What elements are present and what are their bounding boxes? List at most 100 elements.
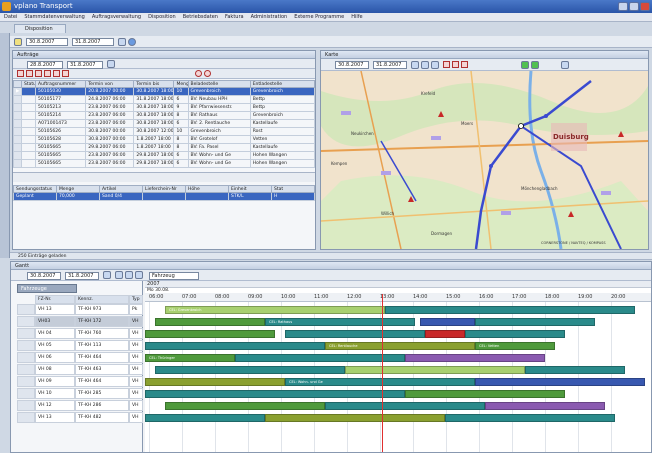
minimize-icon[interactable] <box>618 2 628 11</box>
gantt-bar[interactable]: CEL: Rentlauche <box>325 342 475 350</box>
menu-betriebsdaten[interactable]: Betriebsdaten <box>183 14 218 20</box>
settings-icon[interactable] <box>135 271 143 279</box>
calendar-icon[interactable] <box>103 271 111 279</box>
gantt-bar[interactable] <box>525 366 625 374</box>
orders-row[interactable]: ▶ 50105030 20.8.2007 00:00 30.8.2007 18:00 1… <box>12 87 316 96</box>
col-entladestelle[interactable]: Entladestelle <box>249 80 316 88</box>
col-sendungsstatus[interactable]: Sendungsstatus <box>13 185 57 193</box>
gantt-bar[interactable] <box>235 354 405 362</box>
close-icon[interactable] <box>640 2 650 11</box>
row-indicator[interactable] <box>17 340 35 351</box>
orders-row[interactable]: 50105626 30.8.2007 00:00 30.8.2007 12:00 10… <box>12 127 316 136</box>
gantt-timeline[interactable]: 2007 Mo 30.08. 06:00 07:00 08:00 09:00 10:00… <box>145 281 651 452</box>
gantt-bar[interactable] <box>165 402 325 410</box>
gantt-bar[interactable] <box>145 330 275 338</box>
row-indicator[interactable] <box>12 119 23 128</box>
new-order-icon[interactable] <box>17 70 24 77</box>
col-artikel[interactable]: Artikel <box>99 185 143 193</box>
row-indicator[interactable] <box>17 412 35 423</box>
gantt-bar[interactable]: CEL: Thüringer <box>145 354 235 362</box>
row-indicator[interactable] <box>12 103 23 112</box>
row-indicator[interactable] <box>17 364 35 375</box>
menu-disposition[interactable]: Disposition <box>148 14 176 20</box>
gantt-date-to[interactable]: 31.8.2007 <box>65 272 99 280</box>
col-typ[interactable]: Typ <box>129 295 143 304</box>
route-icon[interactable] <box>443 61 450 68</box>
copy-order-icon[interactable] <box>35 70 42 77</box>
orders-row[interactable]: 50105665 23.8.2007 06:00 29.8.2007 18:00 6 B… <box>12 151 316 160</box>
col-beladestelle[interactable]: Beladestelle <box>187 80 251 88</box>
gantt-bar[interactable] <box>385 306 635 314</box>
gantt-bar[interactable] <box>475 318 595 326</box>
split-order-icon[interactable] <box>62 70 69 77</box>
orders-row[interactable]: 50105628 30.8.2007 00:00 1.8.2007 18:00 8 BV… <box>12 135 316 144</box>
row-indicator[interactable] <box>17 388 35 399</box>
gantt-date-from[interactable]: 30.8.2007 <box>27 272 61 280</box>
row-indicator[interactable] <box>12 151 23 160</box>
refresh-icon[interactable] <box>128 38 136 46</box>
side-dock-strip[interactable] <box>0 33 10 258</box>
maximize-icon[interactable] <box>629 2 639 11</box>
col-einheit[interactable]: Einheit <box>228 185 272 193</box>
col-auftragsnummer[interactable]: Auftragsnummer <box>35 80 87 88</box>
gantt-bar[interactable] <box>465 330 565 338</box>
map-canvas[interactable] <box>321 71 648 249</box>
row-indicator[interactable] <box>17 352 35 363</box>
gantt-bar[interactable] <box>485 402 605 410</box>
col-stat[interactable]: Stat <box>271 185 315 193</box>
row-indicator[interactable]: ▶ <box>12 87 23 96</box>
col-hoehe[interactable]: Höhe <box>185 185 229 193</box>
row-indicator[interactable] <box>12 95 23 104</box>
zoom-out-icon[interactable] <box>125 271 133 279</box>
stop-icon[interactable] <box>204 70 211 77</box>
row-indicator[interactable] <box>12 143 23 152</box>
row-indicator[interactable] <box>12 127 23 136</box>
col-status[interactable]: Status <box>21 80 37 88</box>
gantt-bar[interactable]: CEL: Rathaus <box>265 318 415 326</box>
col-kennz[interactable]: Kennz. <box>75 295 129 304</box>
map-date-to[interactable]: 31.8.2007 <box>373 61 407 69</box>
orders-row[interactable]: A071001473 23.8.2007 06:00 30.8.2007 18:00… <box>12 119 316 128</box>
date-from-field[interactable]: 30.8.2007 <box>26 38 68 46</box>
col-fz-nr[interactable]: FZ-Nr. <box>35 295 75 304</box>
gantt-bar[interactable] <box>155 366 345 374</box>
vehicle-filter-select[interactable]: Fahrzeug <box>149 272 199 280</box>
row-indicator[interactable] <box>17 304 35 315</box>
menu-auftrag[interactable]: Auftragsverwaltung <box>92 14 141 20</box>
map-date-from[interactable]: 30.8.2007 <box>335 61 369 69</box>
gantt-bar[interactable] <box>145 378 285 386</box>
gantt-bar[interactable] <box>145 342 325 350</box>
gantt-bar[interactable] <box>445 414 615 422</box>
gantt-bar[interactable] <box>420 318 475 326</box>
row-indicator[interactable] <box>17 376 35 387</box>
menu-externe-programme[interactable]: Externe Programme <box>294 14 344 20</box>
marker-icon[interactable] <box>452 61 459 68</box>
col-menge-2[interactable]: Menge <box>56 185 100 193</box>
gantt-bar[interactable] <box>405 354 545 362</box>
date-to-field[interactable]: 31.8.2007 <box>72 38 114 46</box>
row-indicator[interactable] <box>12 111 23 120</box>
orders-row[interactable]: 50105213 23.8.2007 06:00 30.8.2007 18:00 9 B… <box>12 103 316 112</box>
orders-row[interactable]: 50105177 24.8.2007 06:00 31.8.2007 18:00 6 B… <box>12 95 316 104</box>
edit-order-icon[interactable] <box>26 70 33 77</box>
gantt-bar[interactable] <box>265 414 445 422</box>
orders-row[interactable]: 50105214 23.8.2007 06:00 30.8.2007 18:00 8 B… <box>12 111 316 120</box>
pan-icon[interactable] <box>431 61 439 69</box>
row-indicator[interactable] <box>12 159 23 168</box>
gantt-bar[interactable] <box>325 402 485 410</box>
vehicle-icon[interactable] <box>521 61 529 69</box>
menu-administration[interactable]: Administration <box>251 14 288 20</box>
col-termin-von[interactable]: Termin von <box>85 80 135 88</box>
zoom-out-icon[interactable] <box>421 61 429 69</box>
gantt-bar[interactable] <box>285 330 425 338</box>
gantt-bar[interactable]: CEL: Vetten <box>475 342 555 350</box>
layer-icon[interactable] <box>461 61 468 68</box>
zoom-in-icon[interactable] <box>411 61 419 69</box>
calendar-icon[interactable] <box>107 60 115 68</box>
orders-row[interactable]: 50105665 29.8.2007 06:00 1.8.2007 18:00 8 BV… <box>12 143 316 152</box>
gantt-bar[interactable] <box>345 366 525 374</box>
map-view[interactable]: Duisburg Krefeld Moers Neukirchen Kempen… <box>321 71 648 249</box>
row-indicator[interactable] <box>17 400 35 411</box>
gantt-bar[interactable]: CEL: Grevenbroich <box>165 306 385 314</box>
orders-date-from[interactable]: 28.8.2007 <box>27 61 63 69</box>
